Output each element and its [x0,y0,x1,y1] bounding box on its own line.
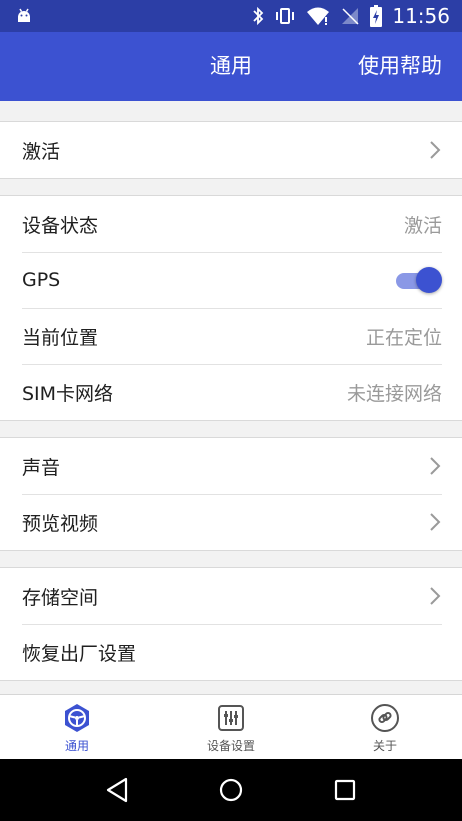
gps-toggle[interactable] [394,267,442,293]
android-icon [14,6,34,26]
row-label: 声音 [22,456,61,479]
nav-label: 设备设置 [206,739,255,753]
factory-reset-row[interactable]: 恢复出厂设置 [0,624,462,680]
settings-group: 激活 [0,121,462,179]
sim-network-row: SIM卡网络 未连接网络 [0,364,462,420]
row-value: 激活 [403,214,442,237]
status-bar: 11:56 [0,0,462,32]
current-location-row: 当前位置 正在定位 [0,308,462,364]
bottom-nav: 通用 设备设置 关于 [0,694,462,759]
toggle-thumb [416,267,442,293]
device-status-row: 设备状态 激活 [0,196,462,252]
row-label: GPS [22,269,61,291]
app-bar: 通用 使用帮助 [0,32,462,101]
settings-group: 设备状态 激活 GPS 当前位置 正在定位 SIM卡网络 未连接网络 [0,195,462,421]
no-sim-icon [340,6,360,26]
help-button[interactable]: 使用帮助 [358,32,442,101]
nav-item-general[interactable]: 通用 [0,695,154,759]
row-label: 设备状态 [22,214,99,237]
nav-label: 通用 [64,739,89,753]
row-value: 未连接网络 [346,382,442,405]
sliders-icon [216,703,246,733]
settings-group: 存储空间 恢复出厂设置 [0,567,462,681]
row-label: 当前位置 [22,326,99,349]
row-label: 激活 [22,140,61,163]
gps-row: GPS [0,252,462,308]
chevron-right-icon [428,512,442,532]
row-label: SIM卡网络 [22,382,114,405]
row-label: 预览视频 [22,512,99,535]
row-label: 存储空间 [22,586,99,609]
home-icon[interactable] [216,775,246,805]
status-time: 11:56 [392,4,450,28]
row-value: 正在定位 [365,326,442,349]
settings-group: 声音 预览视频 [0,437,462,551]
battery-charging-icon [370,5,383,27]
preview-video-row[interactable]: 预览视频 [0,494,462,550]
storage-row[interactable]: 存储空间 [0,568,462,624]
nav-item-about[interactable]: 关于 [308,695,462,759]
sound-row[interactable]: 声音 [0,438,462,494]
back-icon[interactable] [102,775,132,805]
nav-item-device-settings[interactable]: 设备设置 [154,695,308,759]
chevron-right-icon [428,140,442,160]
settings-content: 激活 设备状态 激活 GPS 当前位置 正在定位 SIM卡网络 未连接网络 声音… [0,101,462,681]
bluetooth-icon [252,6,264,26]
wifi-icon [306,6,330,26]
recents-icon[interactable] [330,775,360,805]
nav-label: 关于 [372,739,397,753]
chevron-right-icon [428,586,442,606]
steering-wheel-icon [62,703,92,733]
activate-row[interactable]: 激活 [0,122,462,178]
link-icon [370,703,400,733]
vibrate-icon [274,6,296,26]
chevron-right-icon [428,456,442,476]
system-nav-bar [0,759,462,821]
row-label: 恢复出厂设置 [22,642,137,665]
